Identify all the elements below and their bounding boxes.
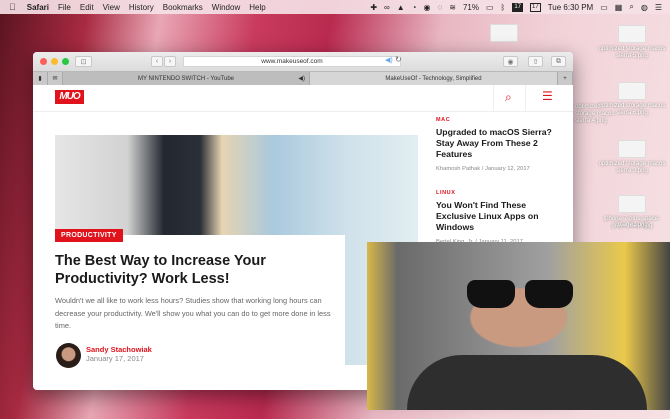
desktop-icon-label: optimized storage macos sierra 5.png [598,46,666,59]
tab-bar: ▮ ✉ MY NINTENDO SWITCH - YouTube ◀) MakeU… [33,71,573,85]
minimize-button[interactable] [51,58,58,65]
new-tab-button[interactable]: + [558,72,573,85]
article-category[interactable]: LINUX [436,190,566,196]
menu-history[interactable]: History [129,3,154,12]
airplay-icon[interactable]: ▭ [600,3,608,12]
divider [525,85,526,112]
show-tabs-button[interactable]: ⧉ [551,56,566,67]
sidebar-icon[interactable]: ▮ [33,72,48,85]
menu-window[interactable]: Window [212,3,240,12]
tab-makeuseof[interactable]: MakeUseOf - Technology, Simplified [310,72,558,85]
battery-icon[interactable]: ▭ [486,3,494,12]
address-bar[interactable]: www.makeuseof.com [183,56,401,67]
siri-icon[interactable]: ◍ [641,3,648,12]
calendar-icon-dark[interactable]: 17 [512,2,524,12]
desktop-icon[interactable]: optimized storage macos sierra 4.png [575,104,615,125]
hamburger-menu-icon[interactable]: ☰ [542,89,553,103]
status-app-icon[interactable]: ✚ [370,3,377,12]
mail-icon[interactable]: ✉ [48,72,63,85]
sidebar-article: MAC Upgraded to macOS Sierra? Stay Away … [436,117,566,172]
article-meta: Khamosh Pathak / January 12, 2017 [436,166,530,172]
calendar-icon[interactable]: 17 [530,2,541,12]
forward-button[interactable]: › [164,56,176,67]
reload-icon[interactable]: ↻ [395,55,402,64]
menu-view[interactable]: View [103,3,120,12]
video-person [407,355,647,410]
sync-icon[interactable]: ◉ [424,3,431,12]
article-title[interactable]: Upgraded to macOS Sierra? Stay Away From… [436,127,566,160]
featured-title[interactable]: The Best Way to Increase Your Productivi… [55,252,345,288]
bluetooth-icon[interactable]: ᛒ [501,3,506,12]
author-avatar[interactable] [56,343,81,368]
toolbar: ⊡ ‹ › www.makeuseof.com ◀) ↻ ◉ ⇧ ⧉ [33,52,573,71]
tab-youtube[interactable]: MY NINTENDO SWITCH - YouTube ◀) [63,72,310,85]
cloud-icon[interactable]: ◌ [437,3,442,12]
menu-bar:  Safari File Edit View History Bookmark… [0,0,670,14]
sunglasses-right [525,280,573,308]
sunglasses-left [467,280,515,308]
site-header: MUO ⌕ ☰ [33,85,573,112]
tab-label: MakeUseOf - Technology, Simplified [385,75,482,82]
back-button[interactable]: ‹ [151,56,163,67]
article-title[interactable]: You Won't Find These Exclusive Linux App… [436,200,566,233]
desktop-icon[interactable]: image...png [596,222,668,229]
picture-in-picture-video[interactable] [367,242,670,410]
menu-app-safari[interactable]: Safari [27,3,49,12]
spotlight-icon[interactable]: ⌕ [629,2,633,12]
battery-percent[interactable]: 71% [463,3,479,12]
downloads-button[interactable]: ◉ [503,56,518,67]
apple-menu-icon[interactable]:  [9,2,16,12]
tab-overview-button[interactable]: ⊡ [75,56,92,67]
muo-logo[interactable]: MUO [55,90,84,104]
featured-excerpt: Wouldn't we all like to work less hours?… [55,296,331,330]
close-button[interactable] [40,58,47,65]
desktop-icon[interactable]: optimized storage macos sierra 3.png [596,140,668,175]
speaker-icon: ◀) [298,76,305,82]
category-tag[interactable]: PRODUCTIVITY [55,229,123,242]
clock[interactable]: Tue 6:30 PM [548,3,594,12]
menu-help[interactable]: Help [249,3,265,12]
desktop-icon-label: optimized storage macos sierra 3.png [598,161,666,174]
desktop-icon[interactable]: optimized storage macos sierra 5.png [596,25,668,60]
tab-label: MY NINTENDO SWITCH - YouTube [137,75,235,82]
sidebar-article: LINUX You Won't Find These Exclusive Lin… [436,190,566,245]
zoom-button[interactable] [62,58,69,65]
audio-icon[interactable]: ◀) [385,56,393,64]
publish-date: January 17, 2017 [86,354,144,363]
notification-center-icon[interactable]: ☰ [655,3,662,12]
gauge-icon[interactable]: ◔ [412,3,417,12]
infinity-icon[interactable]: ∞ [384,3,390,12]
desktop-thumbnail[interactable] [490,24,518,45]
alfred-icon[interactable]: ▲ [397,3,405,12]
notes-icon[interactable]: ▦ [615,3,623,12]
desktop-icon-label: optimized storage macos sierra 4.png [575,104,615,124]
menu-edit[interactable]: Edit [80,3,94,12]
wifi-icon[interactable]: ≋ [449,3,456,12]
menu-bookmarks[interactable]: Bookmarks [163,3,203,12]
article-category[interactable]: MAC [436,117,566,123]
search-icon[interactable]: ⌕ [505,90,512,105]
share-button[interactable]: ⇧ [528,56,543,67]
divider [493,85,494,112]
author-name[interactable]: Sandy Stachowiak [86,345,152,354]
menu-file[interactable]: File [58,3,71,12]
desktop-icon-label: image...png [616,222,648,228]
